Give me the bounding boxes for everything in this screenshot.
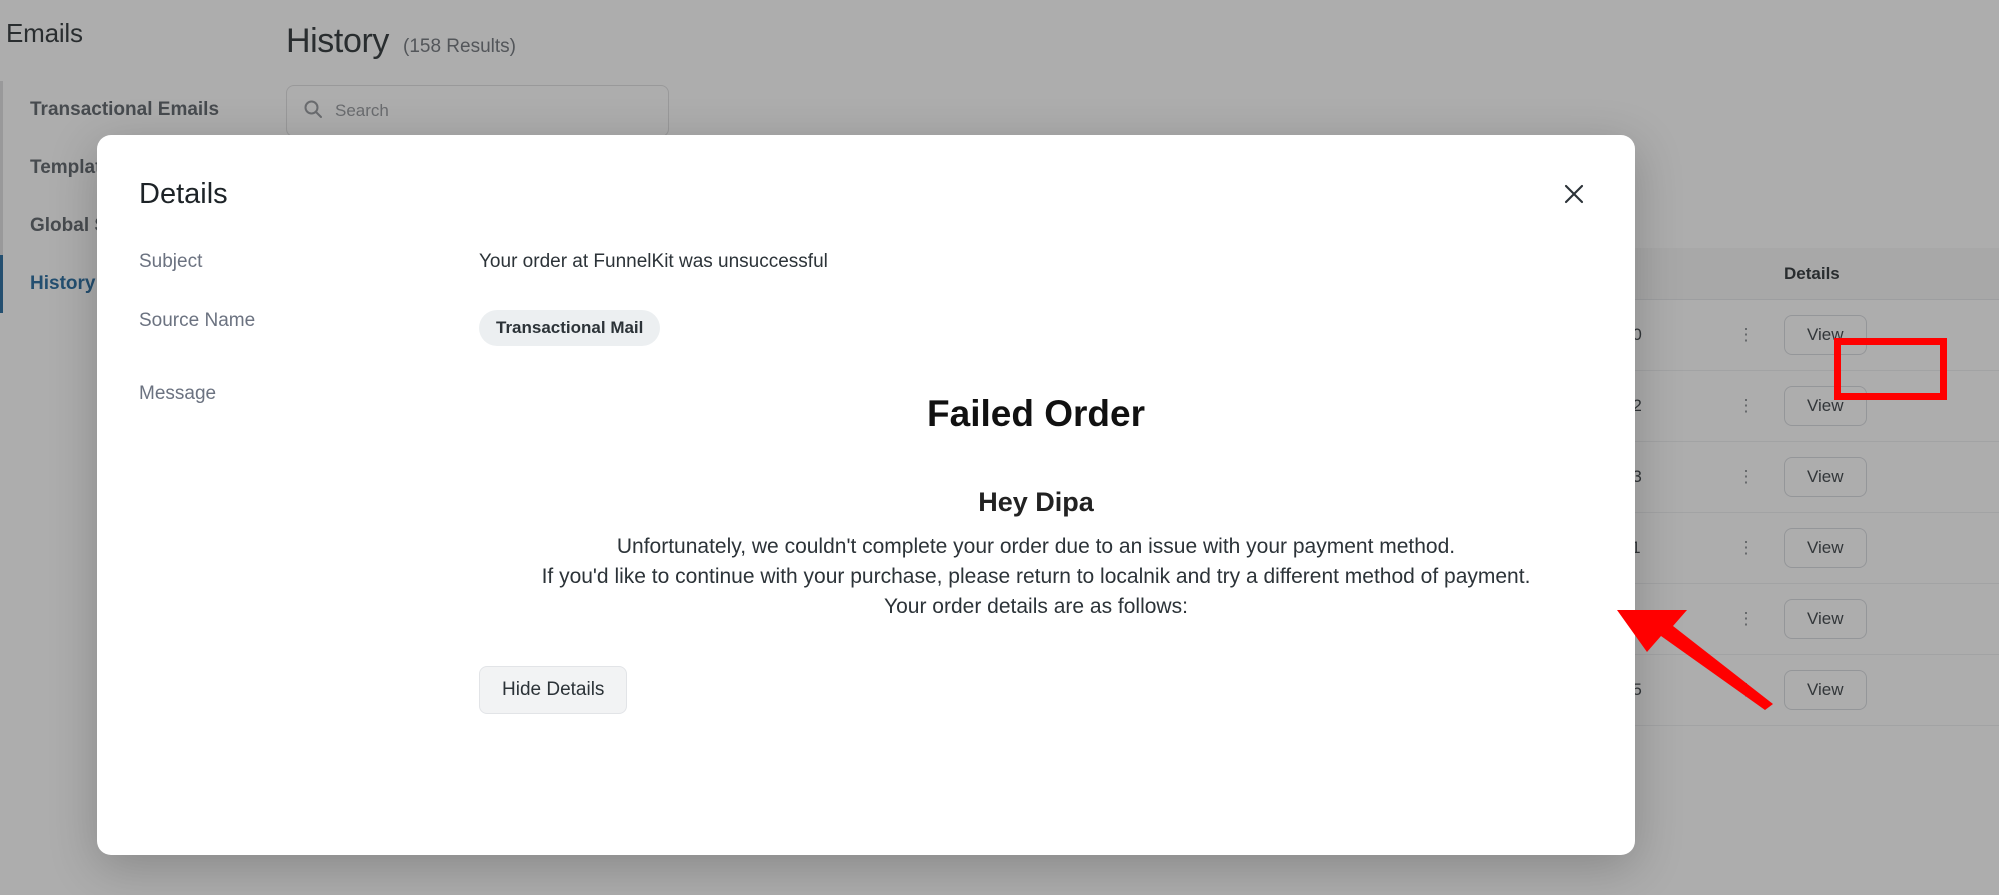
field-subject: Subject Your order at FunnelKit was unsu… — [139, 251, 1593, 273]
message-heading: Failed Order — [927, 393, 1145, 434]
message-line-1: Unfortunately, we couldn't complete your… — [616, 535, 1456, 558]
modal-body: Subject Your order at FunnelKit was unsu… — [97, 213, 1635, 715]
field-label-message-col: Message — [139, 383, 479, 405]
hide-details-button[interactable]: Hide Details — [479, 666, 628, 715]
message-line-3: Your order details are as follows: — [884, 595, 1188, 619]
modal-title: Details — [139, 177, 228, 210]
modal-header: Details — [97, 135, 1635, 213]
field-value-source-name: Transactional Mail — [479, 310, 661, 346]
field-source-name: Source Name Transactional Mail — [139, 310, 1593, 346]
message-line-2: If you'd like to continue with your purc… — [541, 565, 1531, 589]
close-icon[interactable] — [1555, 175, 1593, 213]
message-preview: Failed Order Hey Dipa Unfortunately, we … — [479, 383, 1593, 715]
message-greeting: Hey Dipa — [978, 487, 1094, 517]
field-label-source-name: Source Name — [139, 310, 256, 331]
field-label-message: Message — [139, 383, 217, 404]
app-root: Emails Transactional Emails Templates Gl… — [0, 0, 1999, 895]
field-label-subject: Subject — [139, 251, 203, 272]
details-modal: Details Subject Your order at FunnelKit … — [97, 135, 1635, 855]
source-name-badge: Transactional Mail — [479, 310, 661, 346]
field-message: Message Failed Order Hey Dipa Unfortunat… — [139, 383, 1593, 715]
field-value-subject: Your order at FunnelKit was unsuccessful — [479, 251, 828, 272]
